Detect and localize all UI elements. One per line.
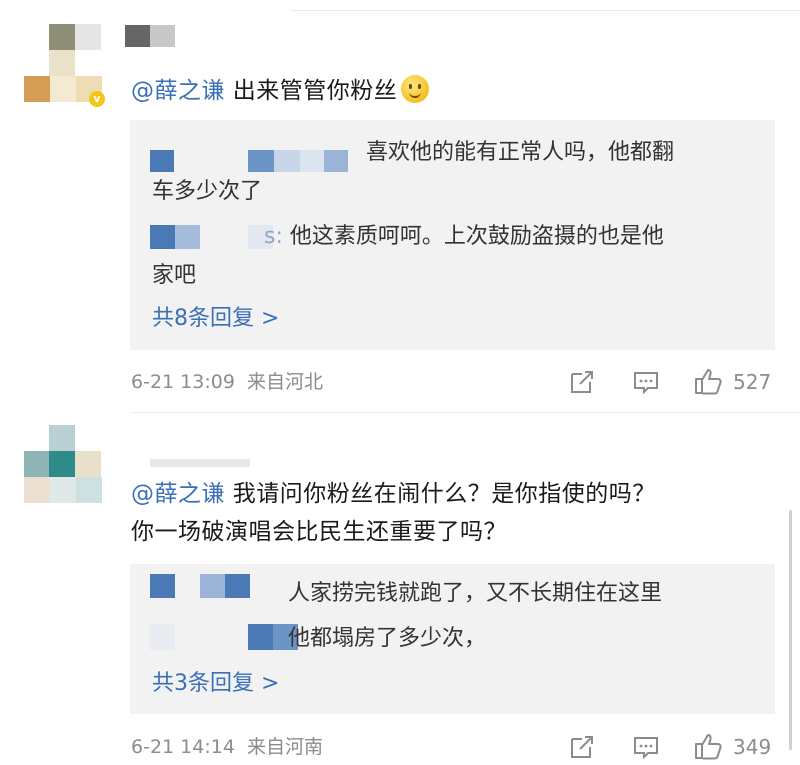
mention-link[interactable]: @薛之谦 <box>131 78 225 104</box>
share-icon[interactable] <box>568 733 598 763</box>
reply-body: 他这素质呵呵。上次鼓励盗摄的也是他 <box>282 224 664 249</box>
comment-meta: 6-21 13:09 来自河北 <box>131 369 323 395</box>
scrollbar[interactable] <box>789 510 792 750</box>
comment-meta: 6-21 14:14 来自河南 <box>131 734 323 760</box>
mention-link[interactable]: @薛之谦 <box>131 481 225 507</box>
comment-icon[interactable] <box>632 733 662 763</box>
comment-location: 来自河北 <box>246 371 323 393</box>
reply-box: 人家捞完钱就跑了，又不长期住在这里 他都塌房了多少次， 共3条回复 > <box>130 564 775 714</box>
avatar[interactable] <box>24 425 104 505</box>
comment-icon[interactable] <box>632 368 662 398</box>
more-replies-link[interactable]: 共8条回复 > <box>152 304 279 334</box>
comment-date: 6-21 13:09 <box>131 371 235 393</box>
comment-body: 出来管管你粉丝 <box>225 78 398 104</box>
comment-location: 来自河南 <box>246 736 323 758</box>
thumbs-up-icon[interactable] <box>693 366 725 396</box>
comment-text: @薛之谦 我请问你粉丝在闹什么？是你指使的吗？ 你一场破演唱会比民生还重要了吗？ <box>131 475 656 551</box>
reply-text: 他都塌房了多少次， <box>288 626 487 651</box>
reply-text-cont: 车多少次了 <box>152 179 263 204</box>
divider <box>131 412 800 413</box>
reply-text: 人家捞完钱就跑了，又不长期住在这里 <box>288 581 663 606</box>
reply-username-censored[interactable] <box>150 150 370 172</box>
like-count: 527 <box>733 370 772 394</box>
reply-username-censored[interactable] <box>150 624 306 650</box>
comment-item: v @薛之谦 出来管管你粉丝 喜欢他的能有正常人吗，他都翻 车多少次了 s: 他… <box>0 0 800 413</box>
reply-prefix: s: <box>264 224 283 249</box>
comment-item: @薛之谦 我请问你粉丝在闹什么？是你指使的吗？ 你一场破演唱会比民生还重要了吗？… <box>0 415 800 765</box>
reply-username-censored[interactable] <box>150 574 270 598</box>
username-censored[interactable] <box>125 25 175 47</box>
reply-box: 喜欢他的能有正常人吗，他都翻 车多少次了 s: 他这素质呵呵。上次鼓励盗摄的也是… <box>130 120 775 350</box>
username-censored[interactable] <box>150 459 250 467</box>
comment-date: 6-21 14:14 <box>131 736 235 758</box>
reply-text-cont: 家吧 <box>152 263 197 288</box>
vip-badge-icon: v <box>89 91 105 107</box>
smile-emoji <box>401 75 430 103</box>
more-replies-link[interactable]: 共3条回复 > <box>152 669 279 699</box>
thumbs-up-icon[interactable] <box>693 731 725 761</box>
share-icon[interactable] <box>568 368 598 398</box>
comment-text: @薛之谦 出来管管你粉丝 <box>131 72 430 110</box>
like-count: 349 <box>733 735 772 759</box>
comment-body: 我请问你粉丝在闹什么？是你指使的吗？ <box>225 481 656 507</box>
reply-text: s: 他这素质呵呵。上次鼓励盗摄的也是他 <box>264 217 751 257</box>
comment-body-cont: 你一场破演唱会比民生还重要了吗？ <box>131 519 507 545</box>
reply-text: 喜欢他的能有正常人吗，他都翻 <box>366 140 675 165</box>
